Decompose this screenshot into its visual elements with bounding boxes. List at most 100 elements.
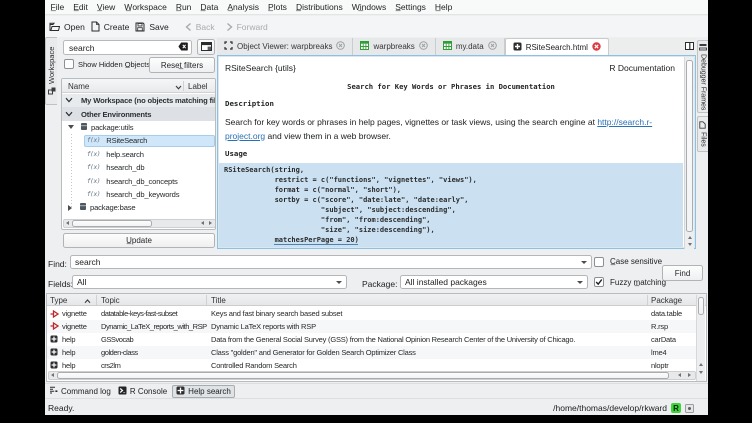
tab-warpbreaks[interactable]: warpbreaks	[353, 38, 435, 55]
tree-item-hsearch-db-keywords[interactable]: f(x) hsearch_db_keywords	[62, 188, 215, 201]
results-horizontal-scrollbar[interactable]	[48, 371, 696, 380]
tree-item-hsearch-db-concepts[interactable]: f(x) hsearch_db_concepts	[62, 174, 215, 187]
tree-item-rsitesearch[interactable]: f(x) RSiteSearch	[62, 134, 215, 147]
package-combobox[interactable]: All installed packages	[400, 275, 588, 289]
tree-column-name[interactable]: Name	[68, 82, 89, 91]
column-type[interactable]: Type	[50, 296, 67, 305]
debugger-frames-dock-tab[interactable]: Debugger Frames	[697, 40, 708, 113]
result-row[interactable]: help golden-class Class "golden" and Gen…	[47, 346, 697, 359]
result-row[interactable]: vignette datatable-keys-fast-subset Keys…	[47, 307, 697, 320]
menu-analysis[interactable]: A̲nalysis	[223, 2, 264, 12]
command-log-button[interactable]: Command log	[46, 385, 114, 398]
tree-item-hsearch-db[interactable]: f(x) hsearch_db	[62, 161, 215, 174]
search-site-link[interactable]: http://search.r-	[597, 117, 652, 127]
menu-data[interactable]: D̲ata	[196, 2, 223, 12]
scroll-left-icon[interactable]	[51, 373, 54, 377]
open-button[interactable]: Open	[47, 18, 87, 35]
column-separator[interactable]	[647, 295, 648, 305]
scroll-down-icon[interactable]	[699, 371, 703, 374]
forward-button[interactable]: Forward	[224, 18, 270, 35]
fuzzy-matching-checkbox[interactable]	[594, 277, 604, 287]
filter-options-button[interactable]	[197, 39, 215, 55]
show-hidden-checkbox[interactable]	[64, 59, 74, 69]
scrollbar-thumb[interactable]	[698, 297, 704, 315]
tab-my-data[interactable]: my.data	[436, 38, 505, 55]
document-vertical-scrollbar[interactable]	[684, 57, 694, 249]
menu-help[interactable]: H̲elp	[430, 2, 456, 12]
scroll-up-icon[interactable]	[699, 363, 703, 366]
reset-filters-button[interactable]: Reset̲ filters	[149, 57, 215, 73]
cell-type: help	[62, 348, 75, 357]
result-row[interactable]: vignette Dynamic_LaTeX_reports_with_RSP …	[47, 320, 697, 333]
menu-settings[interactable]: S̲ettings	[391, 2, 431, 12]
r-console-button[interactable]: R Console	[115, 385, 170, 398]
menu-windows[interactable]: Wi̲ndows	[347, 2, 390, 12]
close-tab-icon[interactable]	[488, 41, 497, 52]
column-title[interactable]: Title	[211, 296, 226, 305]
close-tab-icon[interactable]	[592, 42, 601, 53]
scroll-right-icon[interactable]	[688, 373, 691, 377]
menu-view[interactable]: V̲iew	[92, 2, 119, 12]
scroll-left-icon[interactable]	[66, 221, 69, 225]
tree-horizontal-scrollbar[interactable]	[63, 219, 216, 228]
tree-item-other-environments[interactable]: Other Environments	[62, 107, 215, 120]
scroll-left-icon[interactable]	[201, 221, 204, 225]
scroll-left-icon[interactable]	[678, 373, 681, 377]
fields-combobox[interactable]: All	[72, 275, 347, 289]
menu-plots[interactable]: P̲lots	[264, 2, 292, 12]
tree-header[interactable]: Name Label	[62, 79, 215, 93]
find-combobox[interactable]: search	[70, 255, 592, 269]
scroll-down-icon[interactable]	[688, 243, 692, 246]
column-topic[interactable]: Topic	[101, 296, 120, 305]
save-button[interactable]: Save	[133, 18, 170, 35]
workspace-dock-tab[interactable]: Workspace	[45, 37, 57, 105]
create-button[interactable]: Create	[89, 18, 132, 35]
fields-label: Fields:	[48, 279, 73, 289]
function-icon: f(x)	[87, 164, 100, 171]
collapse-chevron-icon[interactable]	[65, 110, 73, 119]
help-search-button[interactable]: Help search	[172, 385, 235, 398]
scrollbar-thumb[interactable]	[57, 372, 669, 379]
expander-closed-icon[interactable]	[68, 205, 72, 211]
search-site-link[interactable]: project.org	[225, 131, 265, 141]
menu-workspace[interactable]: W̲orkspace	[120, 2, 172, 12]
close-tab-icon[interactable]	[419, 41, 428, 52]
tab-rsitesearch-html[interactable]: RSiteSearch.html	[505, 38, 609, 55]
update-button[interactable]: U̲pdate	[63, 233, 215, 248]
find-value: search	[75, 257, 578, 267]
expander-open-icon[interactable]	[68, 125, 74, 129]
tree-column-label[interactable]: Label	[188, 82, 208, 91]
menu-run[interactable]: R̲un	[171, 2, 196, 12]
scroll-up-icon[interactable]	[688, 236, 692, 239]
collapse-chevron-icon[interactable]	[65, 96, 73, 105]
tab-object-viewer-warpbreaks[interactable]: Object Viewer: warpbreaks	[217, 38, 353, 55]
scrollbar-thumb[interactable]	[686, 60, 693, 232]
status-message: Ready.	[48, 403, 74, 413]
case-sensitive-checkbox[interactable]	[594, 257, 604, 267]
close-tab-icon[interactable]	[336, 41, 345, 52]
menu-edit[interactable]: E̲dit	[69, 2, 93, 12]
scroll-right-icon[interactable]	[209, 221, 212, 225]
result-row[interactable]: help GSSvocab Data from the General Soci…	[47, 333, 697, 346]
column-separator[interactable]	[96, 295, 97, 305]
files-dock-tab[interactable]: Files	[697, 116, 708, 152]
menu-file[interactable]: F̲ile	[46, 2, 69, 12]
results-vertical-scrollbar[interactable]	[696, 295, 705, 381]
tree-item-my-workspace[interactable]: My Workspace (no objects matching filter…	[62, 94, 215, 107]
find-button[interactable]: Find	[662, 265, 703, 281]
chevron-down-icon	[175, 83, 182, 92]
window-list-icon[interactable]	[685, 42, 694, 52]
code-line: "from", "from:descending",	[224, 215, 683, 225]
column-separator[interactable]	[206, 295, 207, 305]
scrollbar-thumb[interactable]	[72, 220, 152, 227]
clear-search-icon[interactable]	[178, 42, 188, 53]
result-row[interactable]: help crs2lm Controlled Random Search nlo…	[47, 359, 697, 372]
back-button[interactable]: Back	[183, 18, 217, 35]
object-search-input[interactable]: search	[63, 40, 192, 55]
tree-item-help-search[interactable]: f(x) help.search	[62, 148, 215, 161]
column-package[interactable]: Package	[651, 296, 682, 305]
spreadsheet-icon	[443, 41, 452, 52]
tree-item-package-base[interactable]: package:base	[62, 201, 215, 214]
tree-item-package-utils[interactable]: package:utils	[62, 121, 215, 134]
menu-distributions[interactable]: D̲istributions	[291, 2, 347, 12]
